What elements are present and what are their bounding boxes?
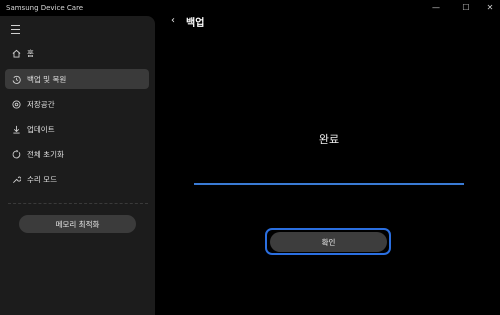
window-title: Samsung Device Care (6, 4, 84, 12)
minimize-button[interactable]: — (431, 3, 441, 13)
backup-restore-icon (5, 75, 27, 84)
storage-icon (5, 99, 27, 109)
sidebar-item-update[interactable]: 업데이트 (5, 119, 149, 139)
back-arrow-icon[interactable]: ‹ (171, 15, 175, 26)
sidebar-item-label: 수리 모드 (27, 174, 57, 184)
hamburger-menu-icon[interactable] (11, 25, 20, 34)
download-icon (5, 125, 27, 134)
sidebar-item-storage[interactable]: 저장공간 (5, 94, 149, 114)
status-text: 완료 (318, 133, 340, 146)
sidebar-divider (8, 203, 148, 204)
sidebar-item-factory-reset[interactable]: 전체 초기화 (5, 144, 149, 164)
wrench-icon (5, 175, 27, 184)
sidebar-item-label: 업데이트 (27, 124, 55, 134)
sidebar-item-label: 홈 (27, 48, 34, 58)
reset-icon (5, 149, 27, 159)
sidebar-item-label: 저장공간 (27, 99, 55, 109)
home-icon (5, 49, 27, 58)
title-bar: Samsung Device Care — ☐ ✕ (0, 0, 500, 16)
maximize-button[interactable]: ☐ (461, 3, 471, 13)
sidebar: 홈 백업 및 복원 저장공간 업데이트 전체 초기화 수리 모드 메모리 최적화 (0, 16, 155, 315)
sidebar-item-repair-mode[interactable]: 수리 모드 (5, 169, 149, 189)
sidebar-item-label: 백업 및 복원 (27, 74, 67, 84)
sidebar-item-label: 전체 초기화 (27, 149, 64, 159)
ok-button[interactable]: 확인 (270, 232, 387, 252)
sidebar-item-home[interactable]: 홈 (5, 43, 149, 63)
page-title: 백업 (186, 18, 205, 29)
close-button[interactable]: ✕ (485, 3, 495, 13)
progress-fill (194, 183, 464, 185)
progress-bar (194, 183, 464, 185)
sidebar-item-backup-restore[interactable]: 백업 및 복원 (5, 69, 149, 89)
memory-optimize-button[interactable]: 메모리 최적화 (19, 215, 136, 233)
